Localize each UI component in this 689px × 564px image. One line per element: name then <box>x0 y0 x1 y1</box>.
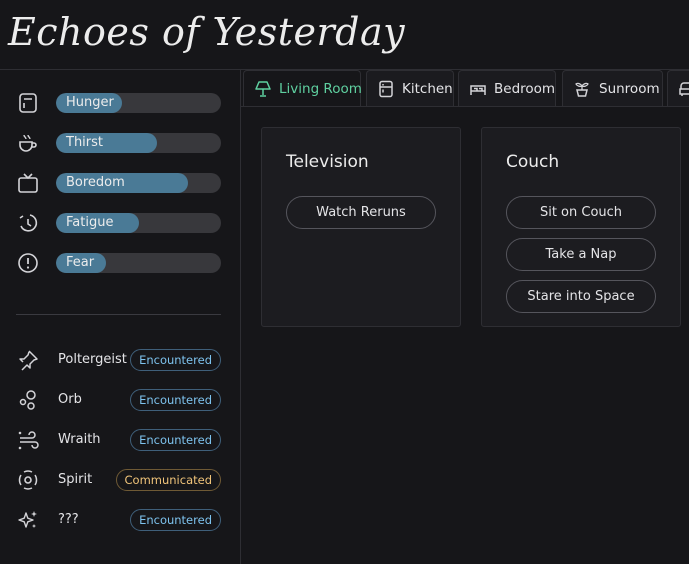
need-label: Thirst <box>66 135 104 150</box>
tab-sunroom[interactable]: Sunroom <box>562 70 663 106</box>
tab-label: Kitchen <box>402 81 453 97</box>
need-bar: Fear <box>56 253 221 273</box>
tab-label: Sunroom <box>599 81 660 97</box>
entity-wraith[interactable]: Wraith Encountered <box>0 425 241 455</box>
sofa-icon <box>678 80 689 98</box>
need-bar: Fatigue <box>56 213 221 233</box>
tab-living-room[interactable]: Living Room <box>243 70 362 106</box>
entity-name: Wraith <box>58 432 101 447</box>
need-hunger: Hunger <box>0 87 241 117</box>
sparkles-icon <box>16 509 40 531</box>
room-tabs: Living Room Kitchen Bedroom Sunroom <box>241 70 689 107</box>
entity-name: Orb <box>58 392 82 407</box>
tab-more[interactable] <box>667 70 689 106</box>
tv-icon <box>16 172 40 194</box>
stare-into-space-button[interactable]: Stare into Space <box>506 280 656 313</box>
card-title: Couch <box>506 152 560 172</box>
need-thirst: Thirst <box>0 127 241 157</box>
entity-orb[interactable]: Orb Encountered <box>0 385 241 415</box>
plant-icon <box>573 80 591 98</box>
card-television: Television Watch Reruns <box>261 127 461 327</box>
lamp-icon <box>254 80 272 98</box>
need-label: Hunger <box>66 95 114 110</box>
take-a-nap-button[interactable]: Take a Nap <box>506 238 656 271</box>
tab-kitchen[interactable]: Kitchen <box>366 70 454 106</box>
need-bar: Thirst <box>56 133 221 153</box>
sidebar: Hunger Thirst Boredom Fatigue Fear Polte… <box>0 70 241 564</box>
alert-circle-icon <box>16 252 40 274</box>
status-badge: Encountered <box>130 429 221 451</box>
tab-bedroom[interactable]: Bedroom <box>458 70 556 106</box>
card-couch: Couch Sit on Couch Take a Nap Stare into… <box>481 127 681 327</box>
fridge-icon <box>377 80 395 98</box>
tab-label: Bedroom <box>494 81 556 97</box>
need-label: Fatigue <box>66 215 114 230</box>
status-badge: Communicated <box>115 469 221 491</box>
card-title: Television <box>286 152 369 172</box>
sidebar-divider <box>16 314 221 315</box>
spirit-icon <box>16 469 40 491</box>
status-badge: Encountered <box>130 509 221 531</box>
status-badge: Encountered <box>130 349 221 371</box>
watch-reruns-button[interactable]: Watch Reruns <box>286 196 436 229</box>
sit-on-couch-button[interactable]: Sit on Couch <box>506 196 656 229</box>
entity-spirit[interactable]: Spirit Communicated <box>0 465 241 495</box>
need-boredom: Boredom <box>0 167 241 197</box>
need-bar: Boredom <box>56 173 221 193</box>
coffee-icon <box>16 132 40 154</box>
status-badge: Encountered <box>130 389 221 411</box>
fridge-icon <box>16 92 40 114</box>
entity-name: ??? <box>58 512 79 527</box>
entity-name: Poltergeist <box>58 352 127 367</box>
tab-label: Living Room <box>279 81 362 97</box>
need-fatigue: Fatigue <box>0 207 241 237</box>
bed-icon <box>469 80 487 98</box>
app-title: Echoes of Yesterday <box>8 10 406 54</box>
entity-unknown[interactable]: ??? Encountered <box>0 505 241 535</box>
need-label: Fear <box>66 255 95 270</box>
need-bar: Hunger <box>56 93 221 113</box>
pushpin-icon <box>16 349 40 371</box>
entity-poltergeist[interactable]: Poltergeist Encountered <box>0 345 241 375</box>
wind-icon <box>16 429 40 451</box>
need-label: Boredom <box>66 175 125 190</box>
header: Echoes of Yesterday <box>0 0 689 70</box>
entity-name: Spirit <box>58 472 93 487</box>
orbs-icon <box>16 389 40 411</box>
moon-clock-icon <box>16 212 40 234</box>
need-fear: Fear <box>0 247 241 277</box>
